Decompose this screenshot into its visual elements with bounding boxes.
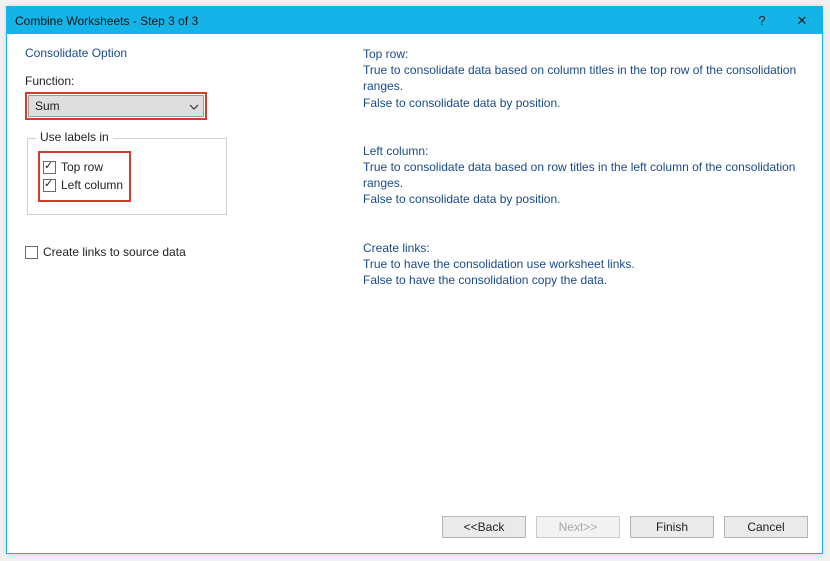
dialog-window: Combine Worksheets - Step 3 of 3 ? ✕ Con…: [6, 6, 823, 554]
dialog-footer: <<Back Next>> Finish Cancel: [7, 511, 822, 553]
next-button: Next>>: [536, 516, 620, 538]
left-column-option[interactable]: Left column: [43, 178, 123, 192]
help-create-links: Create links: True to have the consolida…: [363, 240, 804, 289]
use-labels-legend: Use labels in: [36, 130, 113, 144]
help-left-column: Left column: True to consolidate data ba…: [363, 143, 804, 208]
chevron-down-icon: [189, 101, 199, 111]
left-pane: Consolidate Option Function: Sum Use lab…: [25, 46, 350, 259]
help-create-links-line2: False to have the consolidation copy the…: [363, 272, 804, 288]
create-links-label: Create links to source data: [43, 245, 186, 259]
top-row-checkbox[interactable]: [43, 161, 56, 174]
create-links-checkbox[interactable]: [25, 246, 38, 259]
labels-highlight-frame: Top row Left column: [38, 151, 131, 202]
cancel-button-label: Cancel: [747, 520, 784, 534]
create-links-option[interactable]: Create links to source data: [25, 245, 350, 259]
top-row-label: Top row: [61, 160, 103, 174]
consolidate-option-title: Consolidate Option: [25, 46, 350, 60]
left-column-checkbox[interactable]: [43, 179, 56, 192]
back-button-label: <<Back: [464, 520, 505, 534]
top-row-option[interactable]: Top row: [43, 160, 123, 174]
function-dropdown[interactable]: Sum: [28, 95, 204, 117]
titlebar: Combine Worksheets - Step 3 of 3 ? ✕: [7, 7, 822, 34]
next-button-label: Next>>: [559, 520, 598, 534]
window-title: Combine Worksheets - Step 3 of 3: [7, 14, 198, 28]
back-button[interactable]: <<Back: [442, 516, 526, 538]
function-highlight-frame: Sum: [25, 92, 207, 120]
close-button[interactable]: ✕: [782, 7, 822, 34]
help-top-row-line1: True to consolidate data based on column…: [363, 62, 804, 94]
function-label: Function:: [25, 74, 350, 88]
help-icon: ?: [758, 13, 765, 28]
close-icon: ✕: [797, 13, 808, 29]
titlebar-buttons: ? ✕: [742, 7, 822, 34]
help-left-column-line1: True to consolidate data based on row ti…: [363, 159, 804, 191]
dialog-body: Consolidate Option Function: Sum Use lab…: [7, 34, 822, 553]
finish-button-label: Finish: [656, 520, 688, 534]
help-pane: Top row: True to consolidate data based …: [363, 46, 804, 320]
help-top-row-line2: False to consolidate data by position.: [363, 95, 804, 111]
left-column-label: Left column: [61, 178, 123, 192]
help-button[interactable]: ?: [742, 7, 782, 34]
function-dropdown-value: Sum: [35, 99, 60, 113]
finish-button[interactable]: Finish: [630, 516, 714, 538]
use-labels-group: Use labels in Top row Left column: [27, 138, 227, 215]
help-top-row-title: Top row:: [363, 46, 804, 62]
help-top-row: Top row: True to consolidate data based …: [363, 46, 804, 111]
help-create-links-title: Create links:: [363, 240, 804, 256]
cancel-button[interactable]: Cancel: [724, 516, 808, 538]
help-left-column-line2: False to consolidate data by position.: [363, 191, 804, 207]
help-left-column-title: Left column:: [363, 143, 804, 159]
help-create-links-line1: True to have the consolidation use works…: [363, 256, 804, 272]
